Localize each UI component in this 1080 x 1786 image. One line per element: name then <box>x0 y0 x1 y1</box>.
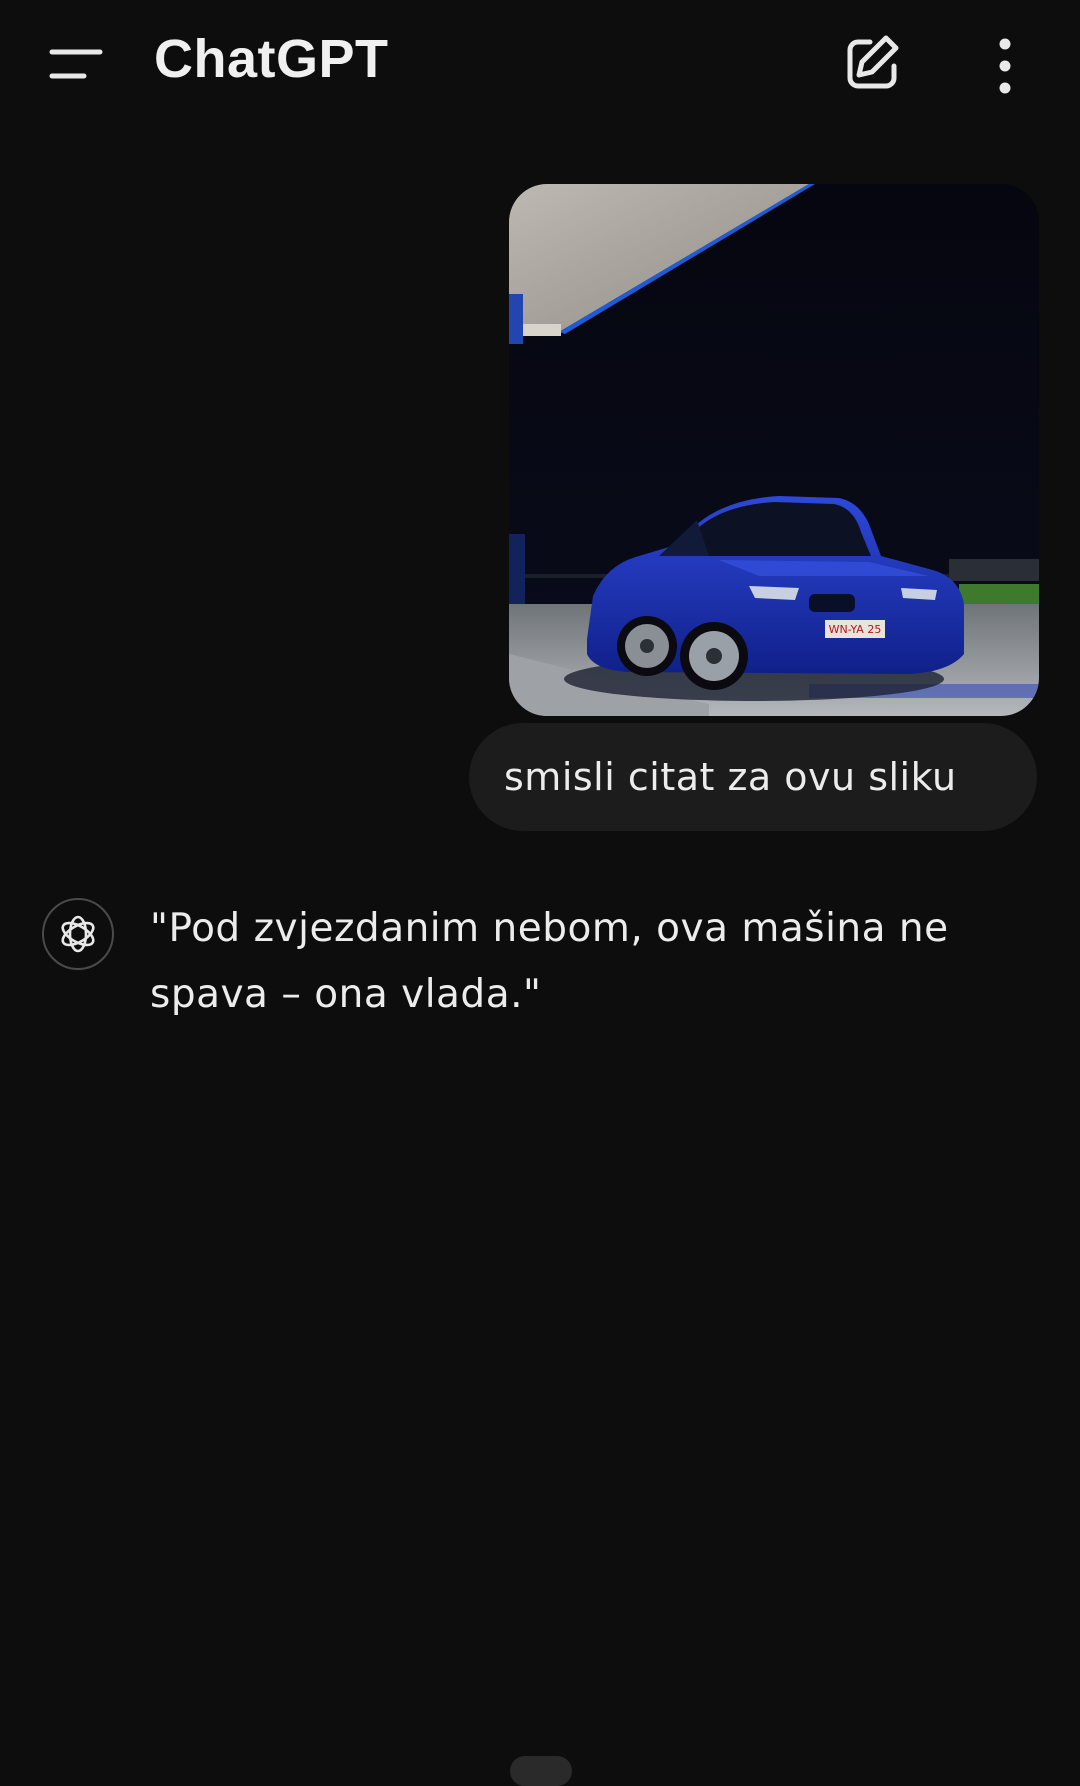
edit-pencil-icon <box>847 35 899 89</box>
user-message-text: smisli citat za ovu sliku <box>504 755 957 799</box>
assistant-message-text: "Pod zvjezdanim nebom, ova mašina ne spa… <box>150 906 949 1017</box>
vertical-dots-icon <box>999 38 1011 94</box>
car-photo: WN-YA 25 <box>509 184 1039 716</box>
top-app-bar: ChatGPT <box>0 0 1080 130</box>
openai-logo-icon <box>61 915 95 953</box>
user-uploaded-image[interactable]: WN-YA 25 <box>509 184 1039 716</box>
more-options-button[interactable] <box>980 30 1030 100</box>
new-chat-button[interactable] <box>840 30 906 96</box>
assistant-avatar <box>42 898 114 970</box>
svg-text:WN-YA 25: WN-YA 25 <box>829 623 882 636</box>
user-message-bubble: smisli citat za ovu sliku <box>469 723 1037 831</box>
app-title: ChatGPT <box>154 29 389 89</box>
scroll-down-indicator[interactable] <box>510 1756 572 1786</box>
hamburger-menu-icon <box>49 49 103 79</box>
sidebar-menu-button[interactable] <box>40 38 110 92</box>
